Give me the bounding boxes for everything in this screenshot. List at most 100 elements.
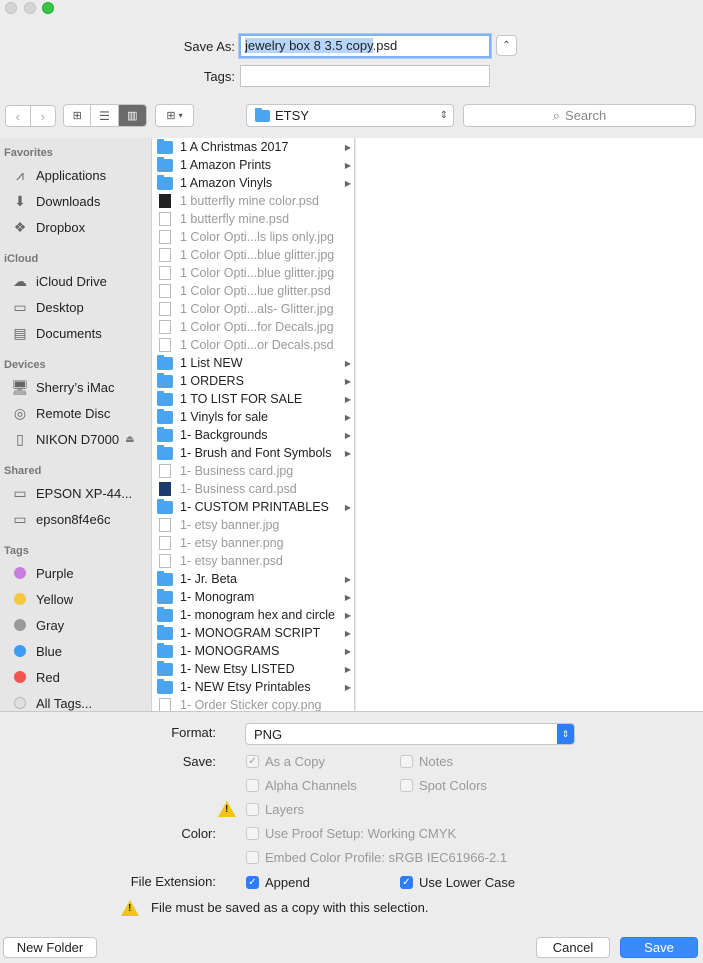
icon-view-button[interactable]: ⊞ (64, 105, 92, 126)
use-proof-setup-checkbox[interactable]: Use Proof Setup: Working CMYK (246, 826, 456, 841)
file-icon (159, 338, 171, 352)
file-row[interactable]: 1 Color Opti...blue glitter.jpg (152, 246, 354, 264)
folder-icon (157, 426, 173, 442)
folder-row[interactable]: 1- MONOGRAMS ▶ (152, 642, 354, 660)
sidebar-item-downloads[interactable]: ⬇ Downloads (10, 191, 100, 211)
folder-row[interactable]: 1 List NEW ▶ (152, 354, 354, 372)
folder-row[interactable]: 1 TO LIST FOR SALE ▶ (152, 390, 354, 408)
file-row[interactable]: 1 Color Opti...or Decals.psd (152, 336, 354, 354)
file-row[interactable]: 1 Color Opti...for Decals.jpg (152, 318, 354, 336)
folder-icon (157, 444, 173, 460)
format-popup[interactable]: PNG ⇕ (245, 723, 575, 745)
list-view-button[interactable]: ☰ (91, 105, 119, 126)
sidebar-item-documents[interactable]: ▤ Documents (10, 323, 101, 343)
sidebar-tag-blue[interactable]: Blue (10, 641, 62, 661)
use-lower-case-checkbox[interactable]: ✓ Use Lower Case (400, 875, 515, 890)
file-row[interactable]: 1 butterfly mine.psd (152, 210, 354, 228)
folder-icon (157, 138, 173, 154)
file-row[interactable]: 1 butterfly mine color.psd (152, 192, 354, 210)
checkbox-box (246, 779, 259, 792)
folder-row[interactable]: 1 A Christmas 2017 ▶ (152, 138, 354, 156)
sidebar-tag-yellow[interactable]: Yellow (10, 589, 73, 609)
save-as-selected-text: jewelry box 8 3.5 copy (245, 38, 373, 53)
sidebar-tag-purple[interactable]: Purple (10, 563, 74, 583)
file-row[interactable]: 1 Color Opti...als- Glitter.jpg (152, 300, 354, 318)
location-popup[interactable]: ETSY ⇕ (246, 104, 454, 127)
folder-row[interactable]: 1- Jr. Beta ▶ (152, 570, 354, 588)
folder-row[interactable]: 1- CUSTOM PRINTABLES ▶ (152, 498, 354, 516)
sidebar-item-dropbox[interactable]: ❖ Dropbox (10, 217, 85, 237)
folder-row[interactable]: 1- NEW Etsy Printables ▶ (152, 678, 354, 696)
forward-button[interactable]: › (31, 106, 55, 126)
as-a-copy-checkbox[interactable]: ✓ As a Copy (246, 754, 325, 769)
minimize-window-button[interactable] (24, 2, 36, 14)
file-name: 1 ORDERS (180, 374, 244, 388)
file-row[interactable]: 1 Color Opti...ls lips only.jpg (152, 228, 354, 246)
file-list: 1 A Christmas 2017 ▶ 1 Amazon Prints ▶ 1 Ama… (152, 138, 354, 711)
folder-row[interactable]: 1 Vinyls for sale ▶ (152, 408, 354, 426)
zoom-window-button[interactable] (42, 2, 54, 14)
sidebar-item-label: Purple (36, 565, 74, 581)
file-row[interactable]: 1- Business card.jpg (152, 462, 354, 480)
notes-checkbox[interactable]: Notes (400, 754, 453, 769)
sidebar-tag-all[interactable]: All Tags... (10, 693, 92, 711)
folder-row[interactable]: 1 Amazon Vinyls ▶ (152, 174, 354, 192)
folder-row[interactable]: 1- monogram hex and circle ▶ (152, 606, 354, 624)
disclosure-arrow-icon: ▶ (344, 430, 351, 440)
folder-row[interactable]: 1- New Etsy LISTED ▶ (152, 660, 354, 678)
title-bar (0, 0, 703, 18)
folder-row[interactable]: 1- Backgrounds ▶ (152, 426, 354, 444)
file-row[interactable]: 1 Color Opti...blue glitter.jpg (152, 264, 354, 282)
sidebar-tag-red[interactable]: Red (10, 667, 60, 687)
spot-colors-checkbox[interactable]: Spot Colors (400, 778, 487, 793)
sidebar-item-desktop[interactable]: ▭ Desktop (10, 297, 83, 317)
warning-icon: ! (121, 900, 139, 916)
tags-header: Tags (4, 545, 29, 557)
file-row[interactable]: 1- etsy banner.png (152, 534, 354, 552)
expand-dialog-button[interactable]: ⌃ (496, 35, 517, 56)
sidebar-item-imac[interactable]: 🖥 Sherry’s iMac (10, 377, 114, 397)
file-row[interactable]: 1- Order Sticker copy.png (152, 696, 354, 711)
folder-row[interactable]: 1- Monogram ▶ (152, 588, 354, 606)
sidebar-item-nikon[interactable]: ▯ NIKON D7000 ⏏ (10, 429, 134, 449)
file-icon (159, 248, 171, 262)
column-view-button[interactable]: ▥ (118, 105, 146, 126)
back-button[interactable]: ‹ (6, 106, 31, 126)
folder-row[interactable]: 1 Amazon Prints ▶ (152, 156, 354, 174)
alpha-channels-label: Alpha Channels (265, 778, 357, 793)
folder-row[interactable]: 1- MONOGRAM SCRIPT ▶ (152, 624, 354, 642)
cancel-button[interactable]: Cancel (536, 937, 610, 958)
tags-input[interactable] (240, 65, 490, 87)
sidebar-item-applications[interactable]: ⩘ Applications (10, 165, 106, 185)
devices-header: Devices (4, 359, 46, 371)
embed-color-profile-checkbox[interactable]: Embed Color Profile: sRGB IEC61966-2.1 (246, 850, 507, 865)
append-checkbox[interactable]: ✓ Append (246, 875, 310, 890)
alpha-channels-checkbox[interactable]: Alpha Channels (246, 778, 357, 793)
location-folder-name: ETSY (275, 108, 309, 123)
file-row[interactable]: 1 Color Opti...lue glitter.psd (152, 282, 354, 300)
close-window-button[interactable] (5, 2, 17, 14)
save-as-input[interactable]: jewelry box 8 3.5 copy.psd (239, 34, 491, 58)
tag-dot-icon (14, 567, 26, 579)
save-button[interactable]: Save (620, 937, 698, 958)
folder-row[interactable]: 1 ORDERS ▶ (152, 372, 354, 390)
file-row[interactable]: 1- etsy banner.psd (152, 552, 354, 570)
folder-icon (157, 390, 173, 406)
search-field[interactable]: ⌕ Search (463, 104, 696, 127)
sidebar-item-icloud-drive[interactable]: ☁ iCloud Drive (10, 271, 107, 291)
new-folder-button[interactable]: New Folder (3, 937, 97, 958)
sidebar-item-epson8f4e6c[interactable]: ▭ epson8f4e6c (10, 509, 110, 529)
eject-icon[interactable]: ⏏ (125, 434, 134, 445)
sidebar-item-label: Dropbox (36, 219, 86, 235)
sidebar-item-epson-xp[interactable]: ▭ EPSON XP-44... (10, 483, 132, 503)
folder-row[interactable]: 1- Brush and Font Symbols ▶ (152, 444, 354, 462)
sidebar-item-remote-disc[interactable]: ◎ Remote Disc (10, 403, 111, 423)
file-extension-label: File Extension: (130, 874, 216, 889)
sidebar-tag-gray[interactable]: Gray (10, 615, 64, 635)
layers-checkbox[interactable]: Layers (246, 802, 304, 817)
file-name: 1 Color Opti...als- Glitter.jpg (180, 302, 334, 316)
file-row[interactable]: 1- Business card.psd (152, 480, 354, 498)
arrange-button[interactable]: ⊞ ▾ (155, 104, 194, 127)
file-row[interactable]: 1- etsy banner.jpg (152, 516, 354, 534)
file-icon (159, 320, 171, 334)
